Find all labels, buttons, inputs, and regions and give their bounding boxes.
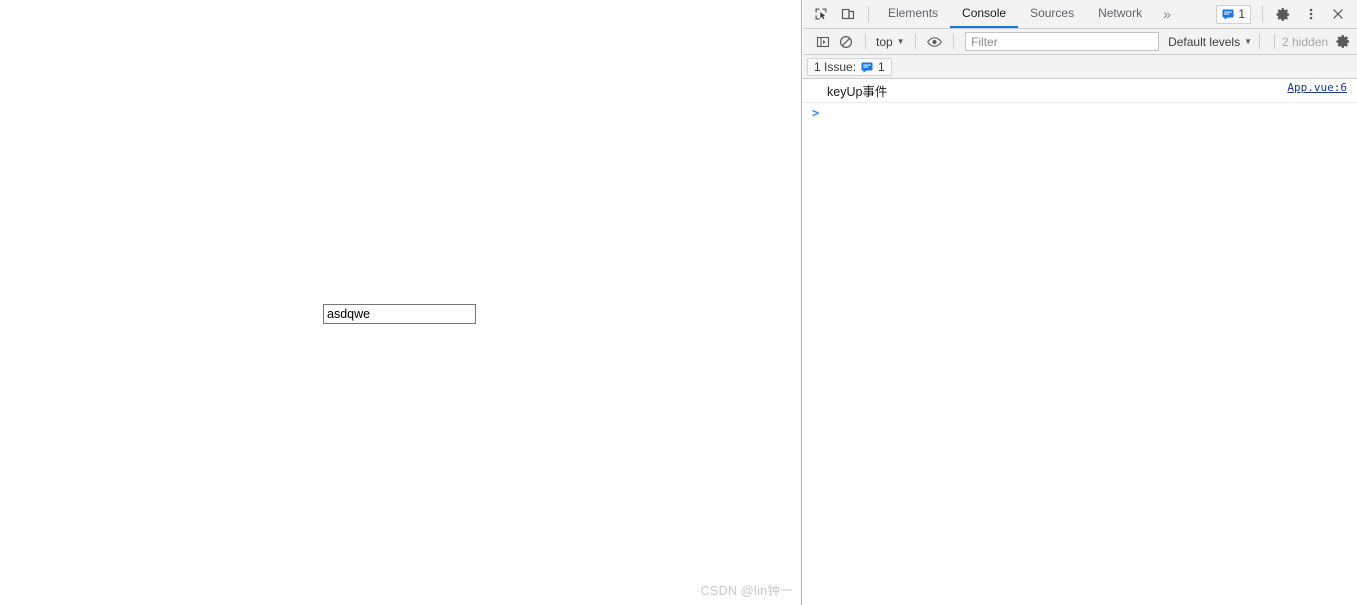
devtools-tab-list: Elements Console Sources Network — [876, 0, 1154, 28]
csdn-watermark: CSDN @lin钟一 — [700, 584, 793, 598]
clear-console-icon[interactable] — [835, 31, 859, 53]
chevron-down-icon-levels: ▼ — [1244, 36, 1253, 46]
tab-elements[interactable]: Elements — [876, 0, 950, 28]
tab-network-label: Network — [1098, 6, 1143, 20]
text-input[interactable] — [323, 304, 476, 324]
inspect-element-icon[interactable] — [807, 0, 834, 28]
console-toolbar-divider-1 — [865, 34, 866, 49]
hidden-messages-count: 2 hidden — [1282, 34, 1329, 49]
device-toolbar-icon[interactable] — [834, 0, 861, 28]
tab-network[interactable]: Network — [1086, 0, 1154, 28]
console-toolbar-divider-5 — [1274, 34, 1275, 49]
tab-sources-label: Sources — [1030, 6, 1075, 20]
live-expression-eye-icon[interactable] — [923, 31, 947, 53]
close-icon[interactable] — [1324, 7, 1351, 21]
log-levels-dropdown[interactable]: Default levels ▼ — [1168, 35, 1252, 49]
console-settings-gear-icon[interactable] — [1336, 34, 1351, 49]
console-message-text: keyUp事件 — [827, 85, 888, 99]
console-sidebar-icon[interactable] — [811, 31, 835, 53]
tab-console[interactable]: Console — [950, 0, 1019, 28]
gear-icon[interactable] — [1270, 7, 1297, 22]
toolbar-divider — [868, 6, 869, 22]
issues-bar-button[interactable]: 1 Issue: 1 — [807, 57, 892, 76]
console-toolbar-divider-2 — [914, 34, 916, 49]
issues-bar-label: 1 Issue: — [814, 59, 857, 74]
issues-badge-count: 1 — [1238, 7, 1245, 21]
kebab-menu-icon[interactable] — [1297, 7, 1324, 21]
tab-console-label: Console — [962, 6, 1007, 20]
console-toolbar: top ▼ Default levels ▼ 2 hidden — [803, 29, 1357, 55]
log-levels-label: Default levels — [1168, 34, 1241, 49]
console-message-row[interactable]: keyUp事件 App.vue:6 — [803, 79, 1357, 103]
devtools-panel: Elements Console Sources Network » 1 top… — [803, 0, 1357, 605]
issue-message-icon — [1222, 9, 1234, 20]
console-toolbar-divider-4 — [1259, 34, 1261, 49]
console-toolbar-divider-3 — [953, 34, 955, 49]
issue-message-icon-small — [861, 62, 873, 72]
devtools-tabbar: Elements Console Sources Network » 1 — [803, 0, 1357, 29]
chevron-down-icon: ▼ — [896, 36, 905, 46]
console-filter-input[interactable] — [965, 32, 1160, 51]
console-output[interactable]: keyUp事件 App.vue:6 > — [803, 79, 1357, 605]
console-prompt[interactable]: > — [803, 103, 1357, 123]
issues-badge-button[interactable]: 1 — [1216, 4, 1251, 24]
tab-sources[interactable]: Sources — [1018, 0, 1086, 28]
tab-elements-label: Elements — [888, 6, 939, 20]
execution-context-label: top — [875, 34, 893, 49]
more-tabs-icon[interactable]: » — [1154, 0, 1180, 28]
execution-context-dropdown[interactable]: top ▼ — [873, 35, 908, 49]
console-message-source-link[interactable]: App.vue:6 — [1275, 81, 1347, 94]
issues-bar: 1 Issue: 1 — [803, 55, 1357, 79]
devtools-tabbar-actions: 1 — [1216, 0, 1357, 28]
browser-window: CSDN @lin钟一 — [0, 0, 1357, 605]
page-viewport: CSDN @lin钟一 — [0, 0, 802, 605]
console-prompt-caret-icon: > — [812, 106, 820, 120]
issues-bar-count: 1 — [878, 59, 885, 74]
toolbar-divider-right — [1262, 6, 1263, 22]
